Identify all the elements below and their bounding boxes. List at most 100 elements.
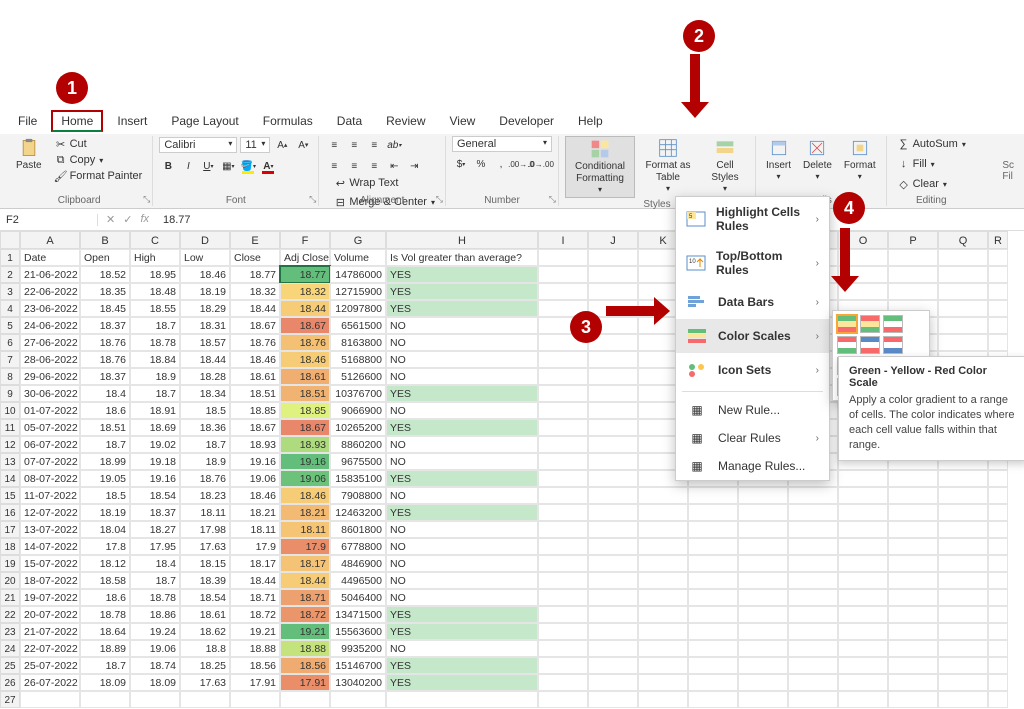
cell[interactable]: 19.16 — [130, 470, 180, 487]
cell[interactable]: 18.48 — [130, 283, 180, 300]
cf-clear-rules[interactable]: ▦ Clear Rules› — [676, 424, 829, 452]
cell[interactable] — [988, 555, 1008, 572]
paste-button[interactable]: Paste — [12, 136, 46, 174]
cell[interactable] — [738, 657, 788, 674]
cell[interactable]: 18.78 — [130, 589, 180, 606]
cell[interactable]: 18.7 — [130, 317, 180, 334]
cell[interactable] — [588, 521, 638, 538]
align-left-button[interactable]: ≡ — [325, 157, 343, 175]
cf-new-rule[interactable]: ▦ New Rule... — [676, 396, 829, 424]
cell[interactable]: 18.72 — [230, 606, 280, 623]
percent-button[interactable]: % — [472, 155, 490, 173]
cell[interactable]: 18.7 — [130, 572, 180, 589]
row-header[interactable]: 19 — [0, 555, 20, 572]
cell[interactable]: 17.8 — [80, 538, 130, 555]
cell[interactable]: 18.78 — [80, 606, 130, 623]
cell[interactable] — [888, 572, 938, 589]
cell[interactable]: Is Vol greater than average? — [386, 249, 538, 266]
cell[interactable] — [738, 538, 788, 555]
cell[interactable]: 19.06 — [280, 470, 330, 487]
row-header[interactable]: 5 — [0, 317, 20, 334]
cell[interactable]: 15835100 — [330, 470, 386, 487]
cell[interactable]: 18.99 — [80, 453, 130, 470]
cell[interactable]: 18.61 — [280, 368, 330, 385]
fb-fx-icon[interactable]: fx — [140, 213, 149, 226]
cell[interactable]: 15146700 — [330, 657, 386, 674]
cell[interactable] — [230, 691, 280, 708]
cell[interactable]: 18.45 — [80, 300, 130, 317]
cell[interactable] — [538, 266, 588, 283]
cell[interactable]: 18.54 — [180, 589, 230, 606]
row-header[interactable]: 18 — [0, 538, 20, 555]
cell[interactable] — [838, 640, 888, 657]
cut-button[interactable]: ✂Cut — [50, 136, 147, 152]
cell[interactable] — [738, 640, 788, 657]
cell[interactable] — [638, 487, 688, 504]
cell[interactable]: 07-07-2022 — [20, 453, 80, 470]
cell[interactable] — [888, 283, 938, 300]
cell[interactable]: 18.74 — [130, 657, 180, 674]
cell[interactable]: 7908800 — [330, 487, 386, 504]
col-header-Q[interactable]: Q — [938, 231, 988, 249]
col-header-F[interactable]: F — [280, 231, 330, 249]
cell[interactable] — [688, 487, 738, 504]
cell[interactable]: 18.44 — [280, 572, 330, 589]
col-header-B[interactable]: B — [80, 231, 130, 249]
cell[interactable]: 18.7 — [80, 436, 130, 453]
cell[interactable]: 18.46 — [180, 266, 230, 283]
cell[interactable] — [588, 249, 638, 266]
cell[interactable] — [938, 283, 988, 300]
cell[interactable]: 9935200 — [330, 640, 386, 657]
tab-file[interactable]: File — [8, 110, 47, 132]
cell[interactable]: 18.71 — [280, 589, 330, 606]
formula-input[interactable]: 18.77 — [157, 214, 1024, 226]
cell[interactable] — [588, 402, 638, 419]
cell[interactable] — [988, 691, 1008, 708]
cell[interactable] — [938, 640, 988, 657]
cell[interactable]: 17.9 — [230, 538, 280, 555]
cell[interactable]: 18.44 — [180, 351, 230, 368]
cell[interactable]: 18.56 — [230, 657, 280, 674]
cell[interactable] — [588, 283, 638, 300]
row-header[interactable]: 1 — [0, 249, 20, 266]
cell[interactable] — [838, 657, 888, 674]
cell[interactable] — [538, 436, 588, 453]
cell[interactable]: 8601800 — [330, 521, 386, 538]
cell[interactable]: 18.46 — [230, 487, 280, 504]
cell[interactable]: 28-06-2022 — [20, 351, 80, 368]
cell[interactable] — [330, 691, 386, 708]
cell[interactable]: 19.16 — [230, 453, 280, 470]
decrease-font-button[interactable]: A▾ — [294, 136, 312, 154]
cell[interactable]: 18.58 — [80, 572, 130, 589]
cell[interactable]: 17.98 — [180, 521, 230, 538]
cell[interactable]: 26-07-2022 — [20, 674, 80, 691]
cell[interactable]: 18.67 — [280, 419, 330, 436]
cell[interactable] — [588, 572, 638, 589]
fill-color-button[interactable]: 🪣▾ — [239, 157, 257, 175]
cell[interactable]: YES — [386, 419, 538, 436]
row-header[interactable]: 4 — [0, 300, 20, 317]
cell[interactable]: NO — [386, 351, 538, 368]
cell[interactable] — [938, 555, 988, 572]
cell[interactable] — [938, 266, 988, 283]
cell[interactable] — [538, 589, 588, 606]
cell[interactable] — [888, 640, 938, 657]
tab-data[interactable]: Data — [327, 110, 372, 132]
cell[interactable] — [638, 572, 688, 589]
cell[interactable] — [988, 538, 1008, 555]
cell[interactable]: 18.11 — [180, 504, 230, 521]
cell[interactable]: NO — [386, 453, 538, 470]
cell[interactable]: 18.6 — [80, 402, 130, 419]
cell[interactable] — [838, 538, 888, 555]
cell[interactable]: 18.56 — [280, 657, 330, 674]
cell[interactable]: 18.55 — [130, 300, 180, 317]
cell[interactable]: 18.37 — [80, 317, 130, 334]
cell[interactable]: 18.67 — [230, 317, 280, 334]
cell[interactable] — [638, 589, 688, 606]
cell[interactable]: 18.84 — [130, 351, 180, 368]
cell[interactable] — [738, 589, 788, 606]
cell[interactable]: 01-07-2022 — [20, 402, 80, 419]
cell[interactable]: 18.17 — [280, 555, 330, 572]
cell[interactable] — [588, 657, 638, 674]
cell[interactable]: 18.36 — [180, 419, 230, 436]
